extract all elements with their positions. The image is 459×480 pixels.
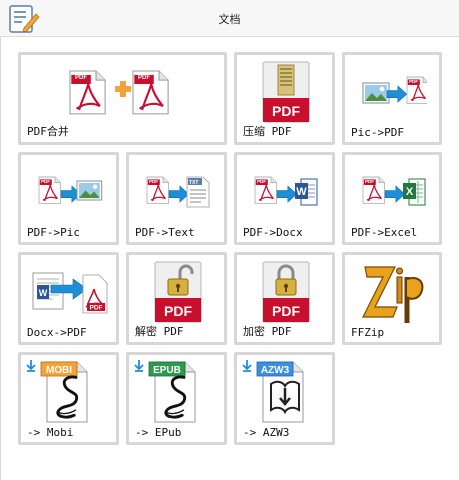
pdf-merge-icon: PDF PDF [68,69,170,115]
badge-text: X [406,186,414,198]
badge-text: PDF [41,179,50,184]
window-title: 文档 [218,13,241,26]
badge-text: TXT [189,180,198,186]
badge-text: PDF [257,179,266,184]
tile-label: Docx->PDF [27,326,87,339]
tile-label: PDF->Pic [27,226,80,239]
badge-text: AZW3 [261,365,290,376]
tile-pdf-decrypt[interactable]: PDF 解密 PDF [126,252,227,345]
badge-text: PDF [409,79,418,84]
tile-label: PDF->Text [135,226,195,239]
badge-text: PDF [149,179,158,184]
pic-to-pdf-icon: PDF [362,76,427,105]
pdf-compress-icon: PDF [262,61,310,123]
tile-to-azw3[interactable]: AZW3 -> AZW3 [234,352,335,445]
badge-text: EPUB [153,365,181,376]
badge-text: PDF [272,103,300,119]
tile-label: 压缩 PDF [243,125,292,138]
to-mobi-icon: MOBI [26,359,88,423]
pdf-to-text-icon: PDF TXT [146,176,210,208]
tile-docx-to-pdf[interactable]: W PDF Docx->PDF [18,252,119,345]
badge-text: PDF [365,179,374,184]
pdf-to-excel-icon: PDF X [362,176,426,206]
tile-ffzip[interactable]: FFZip [342,252,442,345]
badge-text: PDF [164,303,192,319]
badge-text: PDF [138,75,150,81]
tile-label: PDF合并 [27,125,69,138]
title-bar: 文档 [0,0,459,37]
tile-label: 解密 PDF [135,325,184,338]
to-azw3-icon: AZW3 [242,359,304,423]
tile-label: -> EPub [135,426,182,439]
pdf-to-docx-icon: PDF W [254,176,318,206]
tile-pdf-to-docx[interactable]: PDF W PDF->Docx [234,152,335,245]
tile-pdf-encrypt[interactable]: PDF 加密 PDF [234,252,335,345]
tile-label: 加密 PDF [243,325,292,338]
pdf-decrypt-icon: PDF [154,261,202,323]
badge-text: MOBI [46,365,72,376]
tile-pdf-to-pic[interactable]: PDF PDF->Pic [18,152,119,245]
docx-to-pdf-icon: W PDF [32,272,108,314]
tile-pdf-to-text[interactable]: PDF TXT PDF->Text [126,152,227,245]
tile-to-mobi[interactable]: MOBI -> Mobi [18,352,119,445]
tile-label: FFZip [351,326,385,339]
badge-text: PDF [90,305,103,312]
tile-label: -> Mobi [27,426,74,439]
pdf-encrypt-icon: PDF [262,261,310,323]
badge-text: PDF [272,303,300,319]
ffzip-icon [362,266,424,323]
tile-label: PDF->Docx [243,226,303,239]
badge-text: W [39,288,48,298]
badge-text: PDF [75,75,87,81]
tile-to-epub[interactable]: EPUB -> EPub [126,352,227,445]
tile-pdf-compress[interactable]: PDF 压缩 PDF [234,52,335,145]
pdf-to-pic-icon: PDF [38,176,103,205]
tile-label: PDF->Excel [351,226,418,239]
tile-pic-to-pdf[interactable]: PDF Pic->PDF [342,52,442,145]
tile-label: -> AZW3 [243,426,290,439]
tile-label: Pic->PDF [351,126,404,139]
badge-text: W [296,186,307,198]
tile-pdf-merge[interactable]: PDF PDF PDF合并 [18,52,227,145]
tile-pdf-to-excel[interactable]: PDF X PDF->Excel [342,152,442,245]
to-epub-icon: EPUB [134,359,196,423]
